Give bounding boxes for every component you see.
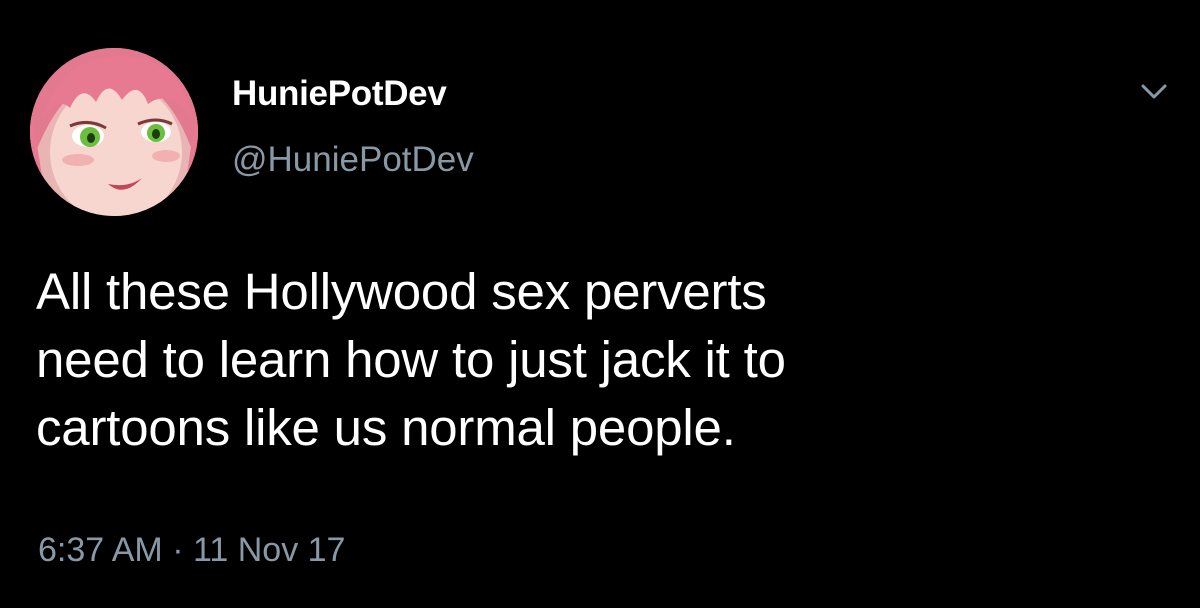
avatar[interactable] — [30, 48, 198, 216]
anime-avatar-icon — [30, 48, 198, 216]
tweet-timestamp[interactable]: 6:37 AM · 11 Nov 17 — [38, 528, 345, 572]
tweet-text-line: All these Hollywood sex perverts — [36, 263, 767, 320]
tweet-date: 11 Nov 17 — [192, 531, 346, 569]
tweet-time: 6:37 AM — [38, 531, 163, 569]
display-name[interactable]: HuniePotDev — [232, 72, 447, 116]
user-handle[interactable]: @HuniePotDev — [232, 138, 474, 182]
chevron-down-icon[interactable] — [1138, 76, 1170, 108]
tweet-text: All these Hollywood sex perverts need to… — [36, 258, 1166, 462]
timestamp-separator: · — [172, 531, 184, 569]
tweet-card: HuniePotDev @HuniePotDev All these Holly… — [0, 0, 1200, 608]
tweet-text-line: cartoons like us normal people. — [36, 399, 736, 456]
tweet-text-line: need to learn how to just jack it to — [36, 331, 786, 388]
